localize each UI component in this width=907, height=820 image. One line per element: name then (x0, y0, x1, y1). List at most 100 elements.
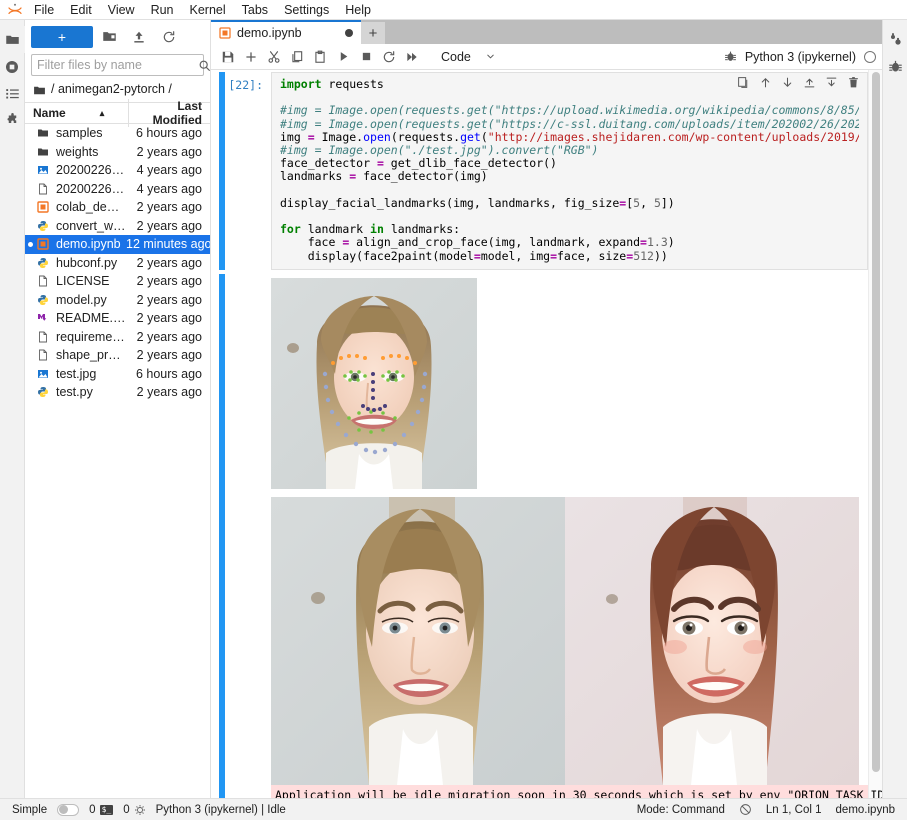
move-cell-up-icon[interactable] (759, 76, 772, 89)
new-launcher-button[interactable]: + (31, 26, 93, 48)
file-list-item[interactable]: LICENSE2 years ago (25, 272, 210, 291)
restart-kernel-button[interactable] (378, 46, 400, 68)
insert-cell-button[interactable] (240, 46, 262, 68)
cursor-position: Ln 1, Col 1 (766, 804, 822, 816)
editor-mode: Mode: Command (637, 804, 725, 816)
left-activity-bar (0, 20, 25, 798)
current-filename: demo.ipynb (836, 804, 895, 816)
file-list-item[interactable]: weights2 years ago (25, 143, 210, 162)
file-list-item[interactable]: 20200226…4 years ago (25, 180, 210, 199)
move-cell-down-icon[interactable] (781, 76, 794, 89)
file-list-item[interactable]: test.jpg6 hours ago (25, 365, 210, 384)
kernel-status-text[interactable]: Python 3 (ipykernel) | Idle (156, 804, 286, 816)
code-editor[interactable]: import requests #img = Image.open(reques… (271, 72, 868, 270)
menu-settings[interactable]: Settings (276, 0, 337, 20)
notebook-vertical-scrollbar[interactable] (868, 70, 882, 798)
tab-bar: demo.ipynb + (211, 20, 882, 44)
file-modified: 2 years ago (126, 348, 210, 362)
unsaved-changes-indicator[interactable] (345, 29, 353, 37)
menu-bar: File Edit View Run Kernel Tabs Settings … (0, 0, 907, 20)
python-icon (33, 220, 53, 232)
terminals-status[interactable]: 0 $_ (89, 804, 113, 816)
kernels-status[interactable]: 0 (123, 804, 145, 816)
terminal-icon: $_ (100, 805, 114, 815)
simple-mode-toggle[interactable] (57, 804, 79, 816)
kernel-status-indicator[interactable] (864, 51, 876, 63)
cut-cell-button[interactable] (263, 46, 285, 68)
file-name: model.py (53, 293, 126, 307)
notebook-cell-input[interactable]: [22]: import requests #img = Image.open(… (211, 70, 868, 270)
notebook-cell-output[interactable]: Application will be idle migration soon … (211, 270, 868, 798)
file-list-item[interactable]: convert_w…2 years ago (25, 217, 210, 236)
terminals-count: 0 (89, 804, 95, 816)
menu-file[interactable]: File (26, 0, 62, 20)
notification-off-icon[interactable] (739, 803, 752, 816)
idle-migration-warning: Application will be idle migration soon … (271, 785, 868, 798)
file-name: test.jpg (53, 367, 126, 381)
file-name: 20200226… (53, 163, 126, 177)
copy-cell-button[interactable] (286, 46, 308, 68)
simple-mode-label: Simple (12, 804, 47, 816)
column-header-name[interactable]: Name ▴ (25, 106, 128, 120)
kernel-indicator-group: Python 3 (ipykernel) (724, 50, 876, 64)
insert-cell-below-icon[interactable] (825, 76, 838, 89)
file-name: demo.ipynb (53, 237, 126, 251)
file-name: shape_pre… (53, 348, 126, 362)
file-name: hubconf.py (53, 256, 126, 270)
file-list-item[interactable]: model.py2 years ago (25, 291, 210, 310)
new-tab-button[interactable]: + (361, 22, 385, 44)
notebook-scroll-region: [22]: import requests #img = Image.open(… (211, 70, 882, 798)
stop-kernel-button[interactable] (355, 46, 377, 68)
cell-type-select[interactable]: Code (437, 46, 500, 68)
menu-run[interactable]: Run (143, 0, 182, 20)
file-list-item[interactable]: hubconf.py2 years ago (25, 254, 210, 273)
restart-run-all-button[interactable] (401, 46, 423, 68)
run-cell-button[interactable] (332, 46, 354, 68)
paste-cell-button[interactable] (309, 46, 331, 68)
code-source[interactable]: import requests #img = Image.open(reques… (280, 78, 859, 263)
body-row: + (0, 20, 907, 798)
running-terminals-icon[interactable] (0, 53, 25, 80)
menu-view[interactable]: View (100, 0, 143, 20)
file-filter-box[interactable] (31, 54, 204, 76)
column-header-last-modified[interactable]: Last Modified (128, 99, 210, 127)
insert-cell-above-icon[interactable] (803, 76, 816, 89)
table-of-contents-icon[interactable] (0, 80, 25, 107)
image-icon (33, 368, 53, 380)
python-icon (33, 294, 53, 306)
debugger-icon[interactable] (883, 53, 907, 80)
refresh-button[interactable] (155, 26, 183, 48)
menu-tabs[interactable]: Tabs (234, 0, 276, 20)
menu-help[interactable]: Help (337, 0, 379, 20)
menu-edit[interactable]: Edit (62, 0, 100, 20)
file-list-item[interactable]: README.md2 years ago (25, 309, 210, 328)
duplicate-cell-icon[interactable] (737, 76, 750, 89)
file-list-item[interactable]: demo.ipynb12 minutes ago (25, 235, 210, 254)
file-icon (33, 275, 53, 287)
file-filter-input[interactable] (37, 58, 198, 72)
file-browser-icon[interactable] (0, 26, 25, 53)
delete-cell-icon[interactable] (847, 76, 860, 89)
file-list-item[interactable]: shape_pre…2 years ago (25, 346, 210, 365)
tab-demo-ipynb[interactable]: demo.ipynb (211, 20, 361, 44)
facial-landmarks-output-image (271, 272, 868, 489)
file-list-item[interactable]: colab_dem…2 years ago (25, 198, 210, 217)
new-folder-button[interactable] (95, 26, 123, 48)
debugger-icon[interactable] (724, 50, 737, 63)
breadcrumb[interactable]: / animegan2-pytorch / (25, 76, 210, 100)
file-list-item[interactable]: 20200226…4 years ago (25, 161, 210, 180)
property-inspector-icon[interactable] (883, 26, 907, 53)
search-icon (198, 59, 211, 72)
file-modified: 2 years ago (126, 200, 210, 214)
python-icon (33, 257, 53, 269)
extension-manager-icon[interactable] (0, 107, 25, 134)
file-list-item[interactable]: test.py2 years ago (25, 383, 210, 402)
save-button[interactable] (217, 46, 239, 68)
file-modified: 4 years ago (126, 163, 210, 177)
kernel-name-label[interactable]: Python 3 (ipykernel) (745, 50, 856, 64)
file-list-item[interactable]: requireme…2 years ago (25, 328, 210, 347)
upload-button[interactable] (125, 26, 153, 48)
scrollbar-thumb[interactable] (872, 72, 880, 772)
menu-kernel[interactable]: Kernel (182, 0, 234, 20)
file-list-item[interactable]: samples6 hours ago (25, 124, 210, 143)
